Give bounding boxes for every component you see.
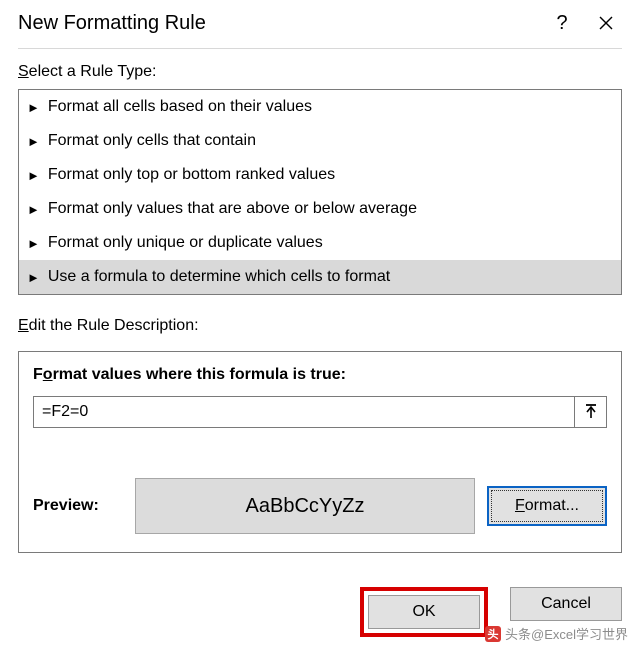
rule-type-item[interactable]: ► Format all cells based on their values	[19, 90, 621, 124]
collapse-icon	[584, 404, 598, 420]
formula-input[interactable]	[33, 396, 575, 428]
watermark-icon: 头	[485, 626, 501, 642]
bullet-icon: ►	[27, 203, 40, 216]
edit-rule-group: Format values where this formula is true…	[18, 351, 622, 553]
rule-type-item-label: Format only unique or duplicate values	[48, 234, 323, 252]
rule-type-item[interactable]: ► Format only cells that contain	[19, 124, 621, 158]
rule-type-item-label: Format only top or bottom ranked values	[48, 166, 335, 184]
titlebar: New Formatting Rule ?	[0, 0, 640, 44]
rule-type-item[interactable]: ► Format only values that are above or b…	[19, 192, 621, 226]
rule-type-item-label: Use a formula to determine which cells t…	[48, 268, 390, 286]
format-button[interactable]: Format...	[487, 486, 607, 526]
close-button[interactable]	[584, 7, 628, 39]
collapse-dialog-button[interactable]	[575, 396, 607, 428]
cancel-button[interactable]: Cancel	[510, 587, 622, 621]
preview-sample-text: AaBbCcYyZz	[246, 495, 365, 518]
select-rule-type-label: Select a Rule Type:	[18, 63, 622, 81]
close-icon	[598, 15, 614, 31]
rule-type-item[interactable]: ► Format only unique or duplicate values	[19, 226, 621, 260]
separator	[18, 48, 622, 49]
dialog-title: New Formatting Rule	[18, 12, 540, 35]
rule-type-list[interactable]: ► Format all cells based on their values…	[18, 89, 622, 295]
rule-type-item[interactable]: ► Format only top or bottom ranked value…	[19, 158, 621, 192]
preview-box: AaBbCcYyZz	[135, 478, 475, 534]
new-formatting-rule-dialog: New Formatting Rule ? Select a Rule Type…	[0, 0, 640, 647]
rule-type-item-selected[interactable]: ► Use a formula to determine which cells…	[19, 260, 621, 294]
edit-rule-description-label: Edit the Rule Description:	[18, 317, 622, 335]
watermark-text: 头条@Excel学习世界	[505, 624, 628, 643]
formula-condition-label: Format values where this formula is true…	[33, 366, 607, 384]
bullet-icon: ►	[27, 271, 40, 284]
bullet-icon: ►	[27, 169, 40, 182]
bullet-icon: ►	[27, 237, 40, 250]
preview-label: Preview:	[33, 497, 123, 515]
rule-type-item-label: Format only values that are above or bel…	[48, 200, 417, 218]
ok-button[interactable]: OK	[368, 595, 480, 629]
bullet-icon: ►	[27, 101, 40, 114]
rule-type-item-label: Format only cells that contain	[48, 132, 256, 150]
ok-highlight: OK	[360, 587, 488, 637]
bullet-icon: ►	[27, 135, 40, 148]
rule-type-item-label: Format all cells based on their values	[48, 98, 312, 116]
watermark: 头 头条@Excel学习世界	[485, 624, 628, 643]
help-button[interactable]: ?	[540, 7, 584, 39]
